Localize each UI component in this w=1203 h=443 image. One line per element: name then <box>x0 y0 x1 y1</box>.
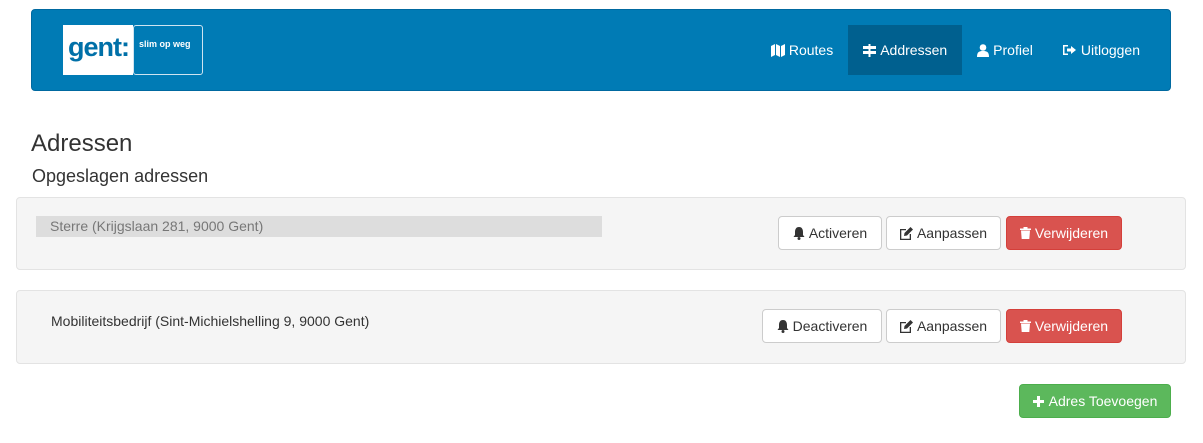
map-icon <box>770 43 785 57</box>
add-address-button[interactable]: Adres Toevoegen <box>1019 384 1171 418</box>
button-label: Activeren <box>808 225 868 241</box>
address-text: Mobiliteitsbedrijf (Sint-Michielshelling… <box>51 313 370 329</box>
user-icon <box>977 43 990 57</box>
section-title: Opgeslagen adressen <box>32 166 209 186</box>
nav-item-routes[interactable]: Routes <box>756 25 848 75</box>
activate-button[interactable]: Activeren <box>778 216 882 250</box>
nav-item-addressen[interactable]: Addressen <box>848 25 963 75</box>
button-label: Aanpassen <box>916 318 988 334</box>
nav-item-label: Addressen <box>880 42 948 58</box>
page-title: Adressen <box>31 130 133 157</box>
nav-item-label: Profiel <box>993 42 1033 58</box>
button-label: Adres Toevoegen <box>1048 393 1158 409</box>
nav-item-label: Routes <box>788 42 834 58</box>
button-label: Verwijderen <box>1034 225 1109 241</box>
nav-item-uitloggen[interactable]: Uitloggen <box>1048 25 1155 75</box>
logo-gent[interactable]: gent: <box>63 25 133 75</box>
button-label: Verwijderen <box>1034 318 1109 334</box>
plus-icon <box>1032 395 1044 407</box>
nav-item-profiel[interactable]: Profiel <box>962 25 1048 75</box>
nav-menu: Routes Addressen Profiel Uitloggen <box>756 25 1155 75</box>
button-label: Aanpassen <box>916 225 988 241</box>
edit-icon <box>899 319 913 333</box>
trash-icon <box>1019 227 1031 239</box>
logo-tagline: slim op weg <box>133 25 203 75</box>
navbar: gent: slim op weg Routes Addressen Profi… <box>31 9 1171 91</box>
nav-item-label: Uitloggen <box>1080 42 1140 58</box>
deactivate-button[interactable]: Deactiveren <box>762 309 882 343</box>
bell-icon <box>793 226 805 240</box>
signpost-icon <box>863 43 877 57</box>
trash-icon <box>1019 320 1031 332</box>
address-panel: Sterre (Krijgslaan 281, 9000 Gent) Activ… <box>16 197 1186 270</box>
edit-button[interactable]: Aanpassen <box>886 309 1001 343</box>
edit-button[interactable]: Aanpassen <box>886 216 1001 250</box>
bell-icon <box>777 319 789 333</box>
address-text: Sterre (Krijgslaan 281, 9000 Gent) <box>36 216 602 237</box>
delete-button[interactable]: Verwijderen <box>1006 216 1122 250</box>
edit-icon <box>899 226 913 240</box>
delete-button[interactable]: Verwijderen <box>1006 309 1122 343</box>
button-label: Deactiveren <box>792 318 868 334</box>
logout-icon <box>1062 45 1076 55</box>
address-panel: Mobiliteitsbedrijf (Sint-Michielshelling… <box>16 290 1186 364</box>
